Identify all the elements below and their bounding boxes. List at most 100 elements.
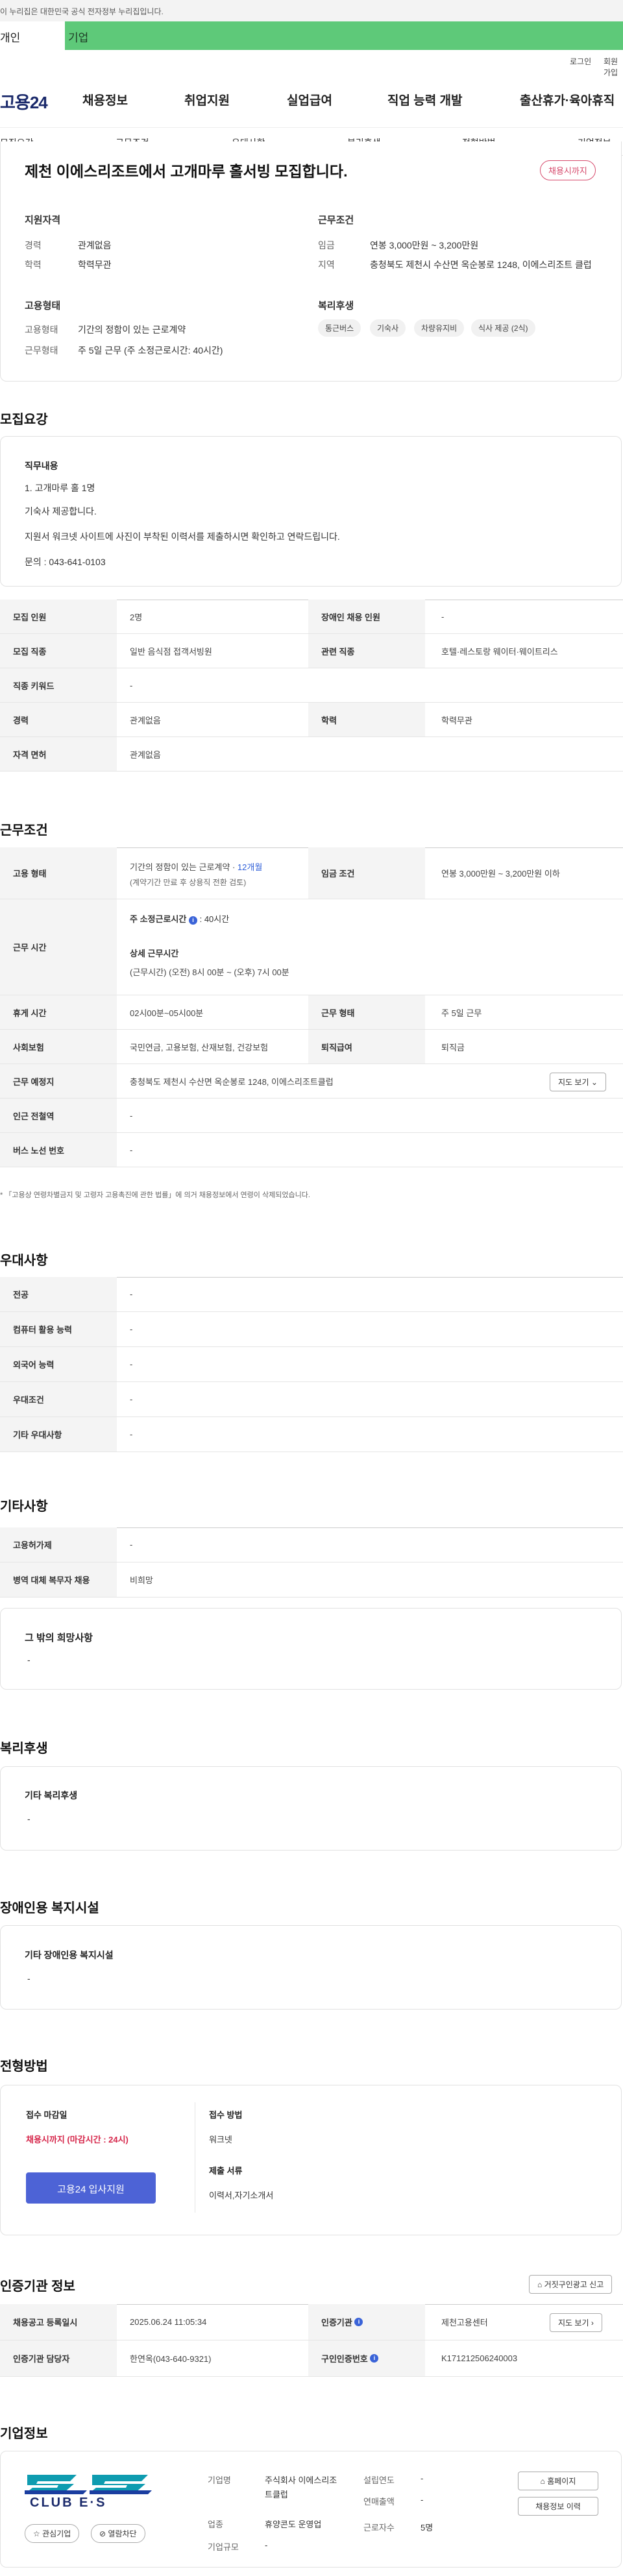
cond-title: 근무조건 [318,215,354,226]
table-row: 고용 형태 기간의 정함이 있는 근로계약 · 12개월 (계약기간 만료 후 … [0,847,623,899]
selection-box [0,2085,622,2235]
tab-individual[interactable]: 개인 [0,21,65,50]
gnb-item-jobs[interactable]: 채용정보 [82,91,128,108]
qual-value: 관계없음 [78,240,112,250]
cond-label: 임금 [318,240,335,250]
qual-title: 지원자격 [25,215,61,226]
table-row: 근무 시간 주 소정근로시간 i : 40시간 상세 근무시간 (근무시간) (… [0,899,623,995]
age-note: * 「고용상 연령차별금지 및 고령자 고용촉진에 관한 법률」에 의거 채용정… [0,1191,310,1199]
auth-label: 구인인증번호 [321,2354,368,2364]
deadline-title: 접수 마감일 [26,2110,67,2120]
fav-company-button[interactable]: ☆ 관심기업 [25,2524,80,2543]
company-sales-label: 연매출액 [363,2497,395,2507]
map-button[interactable]: 지도 보기 ⌄ [550,1073,606,1091]
table-row: 기타 우대사항 - [0,1417,623,1452]
table-row: 모집 직종 일반 음식점 접객서빙원 관련 직종 호텔·레스토랑 웨이터·웨이트… [0,634,623,668]
table-cell: - [130,1394,133,1404]
tab-company[interactable]: 기업 [65,21,623,50]
block-company-button[interactable]: ⊘ 열람차단 [91,2524,145,2543]
table-row: 전공 - [0,1277,623,1312]
company-scale-label: 기업규모 [208,2542,239,2552]
company-scale: - [265,2540,268,2550]
table-header: 버스 노선 번호 [0,1133,117,1167]
table-row: 채용공고 등록일시 2025.06.24 11:05:34 인증기관 i 제천고… [0,2304,623,2340]
table-header: 임금 조건 [308,847,425,899]
table-header: 우대조건 [0,1382,117,1416]
section-title-selection: 전형방법 [0,2060,48,2074]
docs-title: 제출 서류 [209,2166,243,2176]
table-cell: - [441,611,445,622]
emp-title: 고용형태 [25,300,61,311]
table-header: 고용허가제 [0,1527,117,1562]
emp-label: 고용형태 [25,324,58,335]
info-icon[interactable]: i [188,916,197,925]
duty-line: 지원서 워크넷 사이트에 사진이 부착된 이력서를 제출하시면 확인하고 연락드… [25,531,340,542]
cond-value: 충청북도 제천시 수산면 옥순봉로 1248, 이에스리조트 클럽 [370,260,592,270]
gnb-item-parental-leave[interactable]: 출산휴가·육아휴직 [520,91,615,108]
org-map-button[interactable]: 지도 보기 › [550,2313,602,2332]
gnb-item-unemployment-benefit[interactable]: 실업급여 [287,91,332,108]
duty-title: 직무내용 [25,461,58,471]
report-icon: ⌂ [537,2280,543,2289]
section-title-welfare: 복리후생 [0,1742,48,1756]
company-industry-label: 업종 [208,2520,223,2529]
table-cell: - [130,1145,133,1155]
table-header: 컴퓨터 활용 능력 [0,1312,117,1346]
table-header: 병역 대체 복무자 채용 [0,1562,117,1597]
table-cell: 일반 음식점 접객서빙원 [130,646,212,657]
table-row: 경력 관계없음 학력 학력무관 [0,703,623,737]
table-row: 자격 면허 관계없음 [0,737,623,772]
table-cell: 2명 [130,612,143,622]
cond-label: 지역 [318,260,335,270]
table-cell: - [130,1540,133,1549]
history-label: 채용정보 이력 [535,2502,581,2511]
table-cell: 관계없음 [130,715,161,725]
apply-button[interactable]: 고용24 입사지원 [26,2172,156,2204]
table-cell: - [130,680,133,690]
chevron-down-icon: ⌄ [591,1078,598,1087]
table-row: 인근 전철역 - [0,1099,623,1133]
table-header: 사회보험 [0,1030,117,1063]
cond-value: 연봉 3,000만원 ~ 3,200만원 [370,240,479,250]
table-header: 인증기관 담당자 [0,2340,117,2376]
report-button[interactable]: ⌂ 거짓구인광고 신고 [529,2275,613,2294]
info-icon[interactable]: i [370,2354,379,2363]
company-name: 주식회사 이에스리조트클럽 [265,2475,337,2499]
etc-box [0,1608,622,1690]
info-icon[interactable]: i [354,2318,363,2326]
table-header: 장애인 채용 인원 [308,600,425,633]
deadline-badge: 채용시까지 [540,160,596,180]
login-link[interactable]: 로그인 [570,56,591,67]
chevron-right-icon: › [591,2318,594,2327]
table-header: 전공 [0,1277,117,1311]
duty-line: 문의 : 043-641-0103 [25,557,106,567]
hours-weekly-value: : 40시간 [199,914,230,924]
fav-label: 관심기업 [42,2529,71,2538]
table-row: 근무 예정지 충청북도 제천시 수산면 옥순봉로 1248, 이에스리조트클럽 … [0,1064,623,1099]
table-cell: 주 5일 근무 [441,1008,482,1018]
table-row: 외국어 능력 - [0,1347,623,1382]
gov-banner: 이 누리집은 대한민국 공식 전자정부 누리집입니다. [0,0,623,21]
hours-cell: 주 소정근로시간 i : 40시간 상세 근무시간 (근무시간) (오전) 8시… [130,912,289,978]
table-row: 버스 노선 번호 - [0,1133,623,1167]
table-header: 휴게 시간 [0,995,117,1029]
hours-weekly-label: 주 소정근로시간 [130,914,187,924]
signup-link[interactable]: 회원가입 [604,56,623,78]
company-name-label: 기업명 [208,2475,231,2485]
gnb-item-employment-support[interactable]: 취업지원 [184,91,230,108]
emp-type-months: 12개월 [237,862,263,872]
section-title-disab: 장애인용 복지시설 [0,1901,99,1915]
gnb-item-job-training[interactable]: 직업 능력 개발 [387,91,462,108]
company-logo-text: CLUB E·S [30,2496,107,2510]
table-cell: - [130,1359,133,1369]
section-title-work: 근무조건 [0,823,48,838]
table-header: 학력 [308,703,425,736]
section-title-etc: 기타사항 [0,1500,48,1514]
block-icon: ⊘ [99,2529,106,2538]
history-button[interactable]: 채용정보 이력 [518,2497,598,2516]
homepage-button[interactable]: ⌂ 홈페이지 [518,2472,598,2490]
company-emp: 5명 [421,2523,434,2533]
site-logo[interactable]: 고용24 [0,90,48,114]
table-header: 직종 키워드 [0,668,117,702]
table-row: 고용허가제 - [0,1527,623,1562]
